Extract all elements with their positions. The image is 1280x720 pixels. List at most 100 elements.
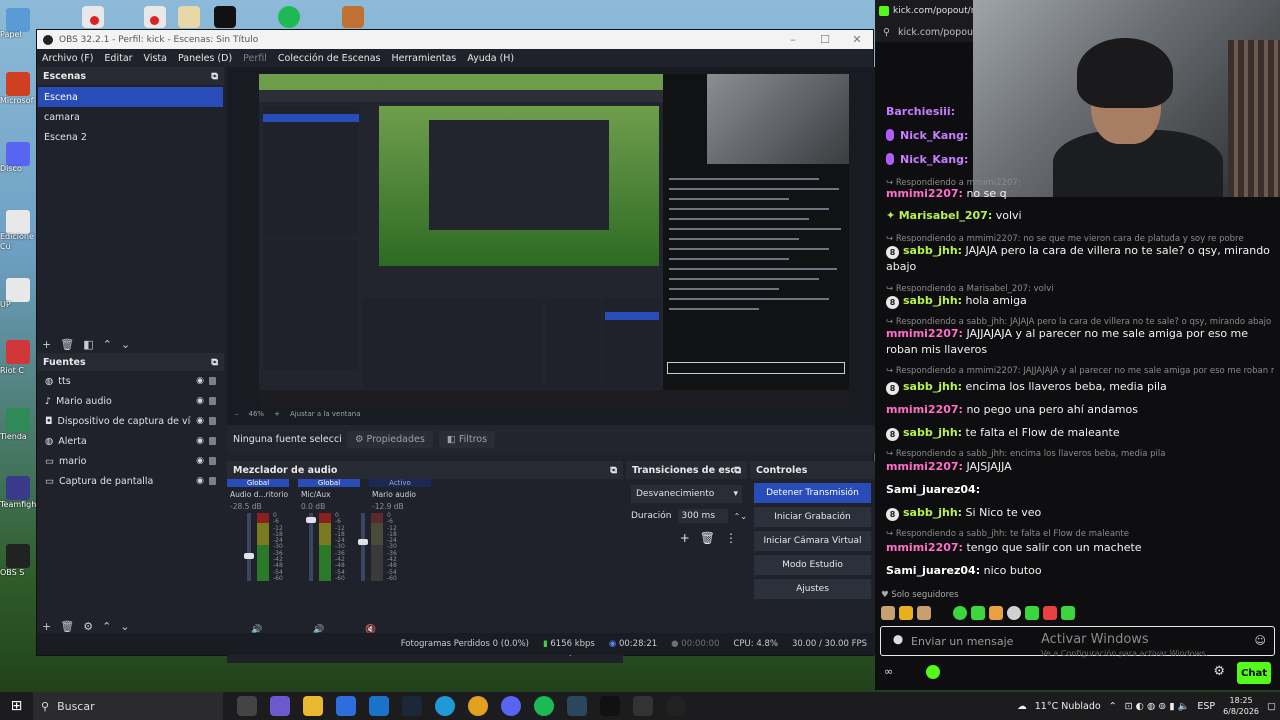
undock-icon[interactable]: ⧉ bbox=[211, 71, 218, 82]
emote-icon[interactable] bbox=[899, 606, 913, 620]
menu-docks[interactable]: Paneles (D) bbox=[178, 53, 232, 64]
game-icon[interactable] bbox=[342, 6, 364, 28]
eye-icon[interactable]: ◉ bbox=[196, 476, 204, 486]
lock-icon[interactable] bbox=[209, 477, 216, 485]
tray-icons[interactable]: ⊡ ◐ ◍ ⊚ ▮ 🔈 bbox=[1125, 701, 1190, 712]
emote-icon[interactable] bbox=[1061, 606, 1075, 620]
chat-username[interactable]: sabb_jhh: bbox=[903, 380, 962, 393]
lock-icon[interactable] bbox=[209, 397, 216, 405]
chat-message[interactable]: 8 sabb_jhh: Si Nico te veo bbox=[886, 505, 1274, 521]
move-up-button[interactable]: ⌃ bbox=[102, 620, 111, 633]
language-indicator[interactable]: ESP bbox=[1197, 701, 1215, 712]
chat-message[interactable]: 8 sabb_jhh: encima los llaveros beba, med… bbox=[886, 379, 1274, 395]
scene-item-escena[interactable]: Escena bbox=[38, 87, 223, 107]
kick-k-icon[interactable]: ∞ bbox=[884, 665, 893, 678]
scene-filters-button[interactable]: ◧ bbox=[83, 338, 93, 351]
chat-username[interactable]: Sami_juarez04: bbox=[886, 564, 980, 577]
mixer-tab-global[interactable]: Global bbox=[227, 479, 289, 487]
move-up-button[interactable]: ⌃ bbox=[103, 338, 112, 351]
remove-scene-button[interactable]: 🗑 bbox=[60, 338, 74, 351]
more-options-icon[interactable]: ⋮ bbox=[725, 531, 737, 545]
windows-start-icon[interactable]: ⊞ bbox=[0, 692, 33, 720]
desktop-icon[interactable] bbox=[6, 278, 30, 302]
move-down-button[interactable]: ⌄ bbox=[120, 620, 129, 633]
emote-icon[interactable] bbox=[935, 606, 949, 620]
studio-mode-button[interactable]: Modo Estudio bbox=[754, 555, 871, 575]
chat-username[interactable]: Marisabel_207: bbox=[899, 209, 993, 222]
notifications-icon[interactable]: ▢ bbox=[1267, 701, 1276, 712]
stepper-icon[interactable]: ⌃⌄ bbox=[734, 512, 747, 521]
chat-settings-icon[interactable]: ⚙ bbox=[1213, 664, 1225, 679]
chat-message[interactable]: mmimi2207: tengo que salir con un machet… bbox=[886, 540, 1274, 556]
menu-view[interactable]: Vista bbox=[144, 53, 167, 64]
chevron-up-icon[interactable]: ⌃ bbox=[1109, 701, 1117, 712]
emote-icon[interactable] bbox=[1043, 606, 1057, 620]
file-icon[interactable] bbox=[178, 6, 200, 28]
epic-games-icon[interactable] bbox=[214, 6, 236, 28]
site-settings-icon[interactable]: ⚲ bbox=[883, 27, 890, 38]
channel-name[interactable]: Mic/Aux bbox=[301, 490, 363, 499]
copilot-icon[interactable] bbox=[270, 696, 290, 716]
menu-scene-collection[interactable]: Colección de Escenas bbox=[278, 53, 381, 64]
tiktok-icon[interactable] bbox=[600, 696, 620, 716]
scene-item-camara[interactable]: camara bbox=[38, 107, 223, 127]
obs-icon[interactable] bbox=[6, 544, 30, 568]
transition-select[interactable]: Desvanecimiento ▾ bbox=[631, 485, 742, 503]
filters-button[interactable]: ◧ Filtros bbox=[438, 430, 496, 448]
remove-transition-button[interactable]: 🗑 bbox=[700, 531, 715, 545]
desktop-icon[interactable] bbox=[6, 408, 30, 432]
emote-icon[interactable] bbox=[917, 606, 931, 620]
emote-icon[interactable] bbox=[953, 606, 967, 620]
menu-profile[interactable]: Perfil bbox=[243, 53, 267, 64]
fit-to-window-label[interactable]: Ajustar a la ventana bbox=[290, 410, 361, 418]
chat-message[interactable]: Nick_Kang: bbox=[886, 152, 1274, 168]
source-item[interactable]: ▭ Captura de pantalla ◉ bbox=[37, 471, 224, 491]
chat-username[interactable]: Nick_Kang: bbox=[900, 153, 968, 166]
taskbar-search[interactable]: ⚲ Buscar bbox=[33, 692, 223, 720]
chat-message[interactable]: mmimi2207: no se q bbox=[886, 186, 1274, 202]
source-item[interactable]: ▭ mario ◉ bbox=[37, 451, 224, 471]
emote-icon[interactable] bbox=[1007, 606, 1021, 620]
lock-icon[interactable] bbox=[209, 457, 216, 465]
chat-username[interactable]: mmimi2207: bbox=[886, 187, 963, 200]
spotify-icon[interactable] bbox=[278, 6, 300, 28]
duration-input[interactable]: 300 ms bbox=[677, 509, 728, 523]
spotify-icon[interactable] bbox=[534, 696, 554, 716]
add-transition-button[interactable]: + bbox=[680, 531, 690, 545]
chat-username[interactable]: mmimi2207: bbox=[886, 403, 963, 416]
chat-username[interactable]: mmimi2207: bbox=[886, 541, 963, 554]
desktop-icon[interactable] bbox=[6, 476, 30, 500]
zoom-in-button[interactable]: + bbox=[274, 410, 280, 418]
eye-icon[interactable]: ◉ bbox=[196, 436, 204, 446]
maximize-button[interactable]: ☐ bbox=[809, 33, 841, 46]
scene-item-escena-2[interactable]: Escena 2 bbox=[38, 127, 223, 147]
store-icon[interactable] bbox=[336, 696, 356, 716]
emote-icon[interactable] bbox=[1025, 606, 1039, 620]
menu-tools[interactable]: Herramientas bbox=[392, 53, 457, 64]
kick-coin-icon[interactable] bbox=[926, 665, 940, 679]
app-icon[interactable] bbox=[633, 696, 653, 716]
close-button[interactable]: ✕ bbox=[841, 33, 873, 46]
undock-icon[interactable]: ⧉ bbox=[734, 465, 741, 476]
settings-button[interactable]: Ajustes bbox=[754, 579, 871, 599]
start-recording-button[interactable]: Iniciar Grabación bbox=[754, 507, 871, 527]
minimize-button[interactable]: – bbox=[777, 33, 809, 46]
chat-message[interactable]: mmimi2207: JAJSJAJJA bbox=[886, 459, 1274, 475]
stop-streaming-button[interactable]: Detener Transmisión bbox=[754, 483, 871, 503]
chat-username[interactable]: Barchiesiii: bbox=[886, 105, 955, 118]
chat-username[interactable]: mmimi2207: bbox=[886, 460, 963, 473]
mixer-tab-global-2[interactable]: Global bbox=[298, 479, 360, 487]
lock-icon[interactable] bbox=[209, 377, 216, 385]
emote-icon[interactable] bbox=[971, 606, 985, 620]
task-view-icon[interactable] bbox=[237, 696, 257, 716]
preview-canvas[interactable] bbox=[259, 74, 849, 407]
source-item[interactable]: ◘ Dispositivo de captura de vídeo ◉ bbox=[37, 411, 224, 431]
undock-icon[interactable]: ⧉ bbox=[211, 357, 218, 368]
eye-icon[interactable]: ◉ bbox=[196, 416, 204, 426]
source-properties-button[interactable]: ⚙ bbox=[83, 620, 93, 633]
chat-message[interactable]: 8 sabb_jhh: JAJAJA pero la cara de viller… bbox=[886, 243, 1274, 275]
riot-icon[interactable] bbox=[6, 340, 30, 364]
chat-username[interactable]: Nick_Kang: bbox=[900, 129, 968, 142]
mixer-tab-active[interactable]: Activo bbox=[369, 479, 431, 487]
chat-username[interactable]: mmimi2207: bbox=[886, 327, 963, 340]
